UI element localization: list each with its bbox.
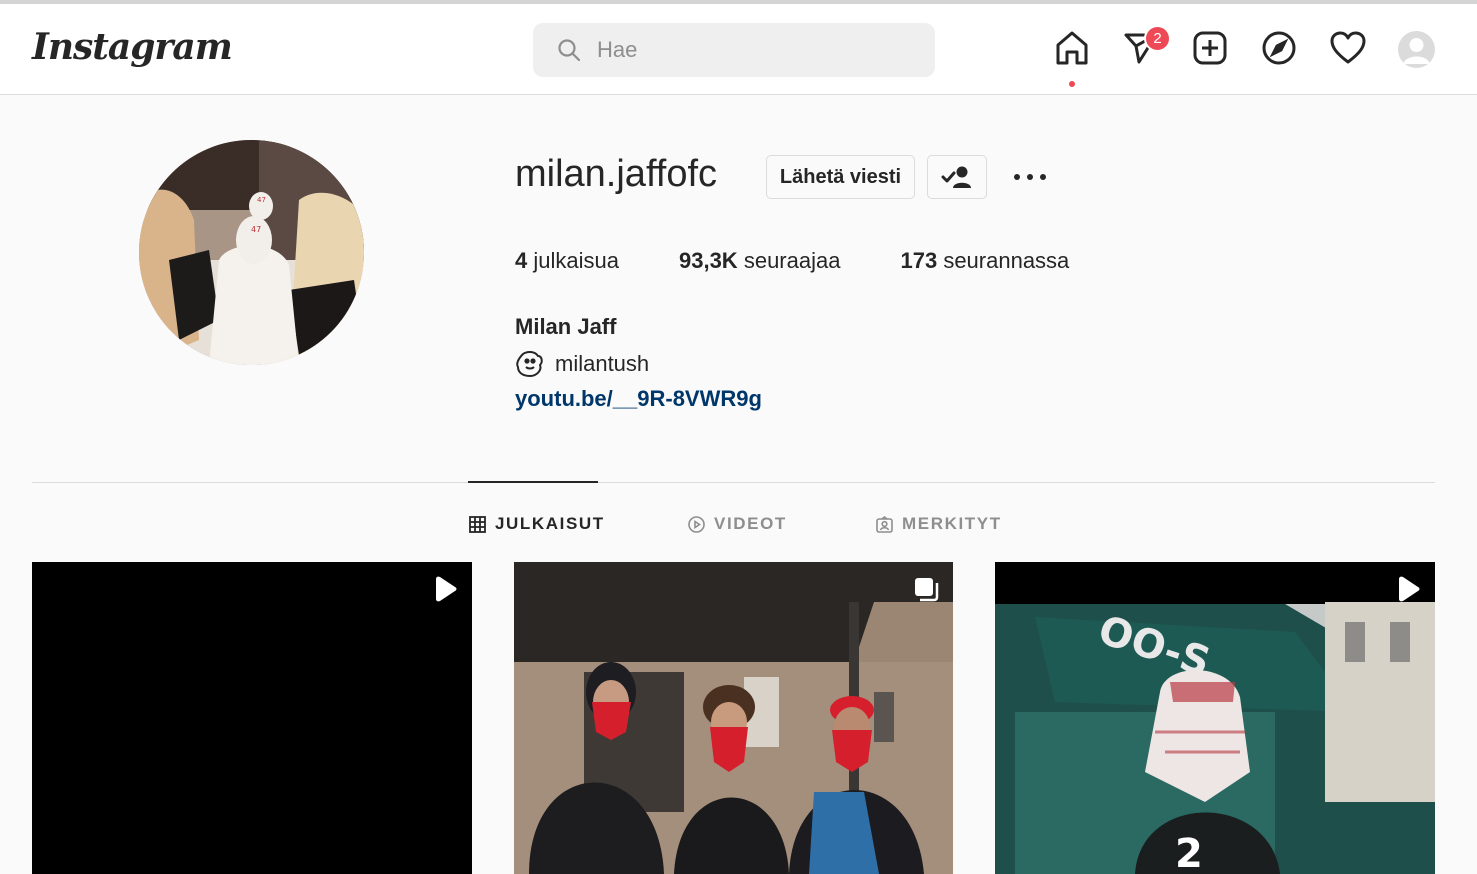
followers-count: 93,3K	[678, 248, 738, 273]
reel-play-icon	[1399, 576, 1420, 602]
following-count: 173	[900, 248, 938, 273]
person-check-icon	[941, 166, 971, 188]
svg-text:47: 47	[251, 225, 261, 234]
threads-badge[interactable]: milantush	[515, 350, 649, 378]
home-active-dot	[1069, 81, 1075, 87]
search-box[interactable]	[533, 23, 935, 77]
tab-videos-label: VIDEOT	[714, 514, 787, 533]
active-tab-indicator	[468, 481, 598, 483]
tab-videos[interactable]: VIDEOT	[688, 512, 787, 536]
following-toggle-button[interactable]	[927, 155, 987, 199]
reel-play-icon	[436, 576, 457, 602]
followers-label: seuraajaa	[743, 248, 841, 273]
send-message-button[interactable]: Lähetä viesti	[766, 155, 915, 199]
post-thumbnail-1[interactable]	[32, 562, 472, 874]
message-count-badge: 2	[1144, 25, 1171, 52]
profile-stats: 4 julkaisua 93,3K seuraajaa 173 seuranna…	[515, 248, 1129, 274]
following-stat[interactable]: 173 seurannassa	[900, 248, 1069, 274]
grid-icon	[469, 515, 486, 533]
posts-count: 4	[515, 248, 528, 273]
tagged-person-icon	[876, 515, 893, 533]
home-icon[interactable]	[1053, 29, 1091, 67]
search-icon	[558, 39, 581, 62]
ellipsis-icon	[1014, 174, 1046, 180]
top-navigation-bar: Instagram 2	[0, 4, 1477, 95]
own-profile-avatar[interactable]	[1398, 31, 1435, 68]
profile-external-link[interactable]: youtu.be/__9R-8VWR9g	[515, 386, 762, 412]
carousel-icon	[915, 578, 939, 602]
following-label: seurannassa	[943, 248, 1070, 273]
tabs-divider	[32, 482, 1435, 483]
instagram-logo[interactable]: Instagram	[32, 26, 233, 68]
posts-label: julkaisua	[533, 248, 619, 273]
tab-tagged-label: MERKITYT	[902, 514, 1002, 533]
svg-text:47: 47	[257, 196, 266, 204]
profile-username: milan.jaffofc	[515, 153, 718, 195]
more-options-button[interactable]	[1008, 160, 1052, 194]
profile-picture[interactable]: 47 47	[139, 140, 364, 365]
followers-stat[interactable]: 93,3K seuraajaa	[679, 248, 840, 274]
search-input[interactable]	[597, 23, 917, 77]
threads-handle: milantush	[555, 351, 650, 376]
activity-heart-icon[interactable]	[1329, 29, 1367, 67]
threads-icon	[516, 350, 543, 377]
profile-full-name: Milan Jaff	[515, 314, 617, 339]
svg-text:2: 2	[1175, 831, 1203, 874]
tab-tagged[interactable]: MERKITYT	[876, 512, 1002, 536]
play-circle-icon	[688, 515, 705, 533]
post-thumbnail-2[interactable]	[514, 562, 953, 874]
tab-posts[interactable]: JULKAISUT	[469, 512, 605, 536]
new-post-icon[interactable]	[1191, 29, 1229, 67]
tab-posts-label: JULKAISUT	[495, 514, 605, 533]
posts-stat: 4 julkaisua	[515, 248, 619, 274]
post-thumbnail-3[interactable]: OO-S 2	[995, 562, 1435, 874]
explore-compass-icon[interactable]	[1260, 29, 1298, 67]
